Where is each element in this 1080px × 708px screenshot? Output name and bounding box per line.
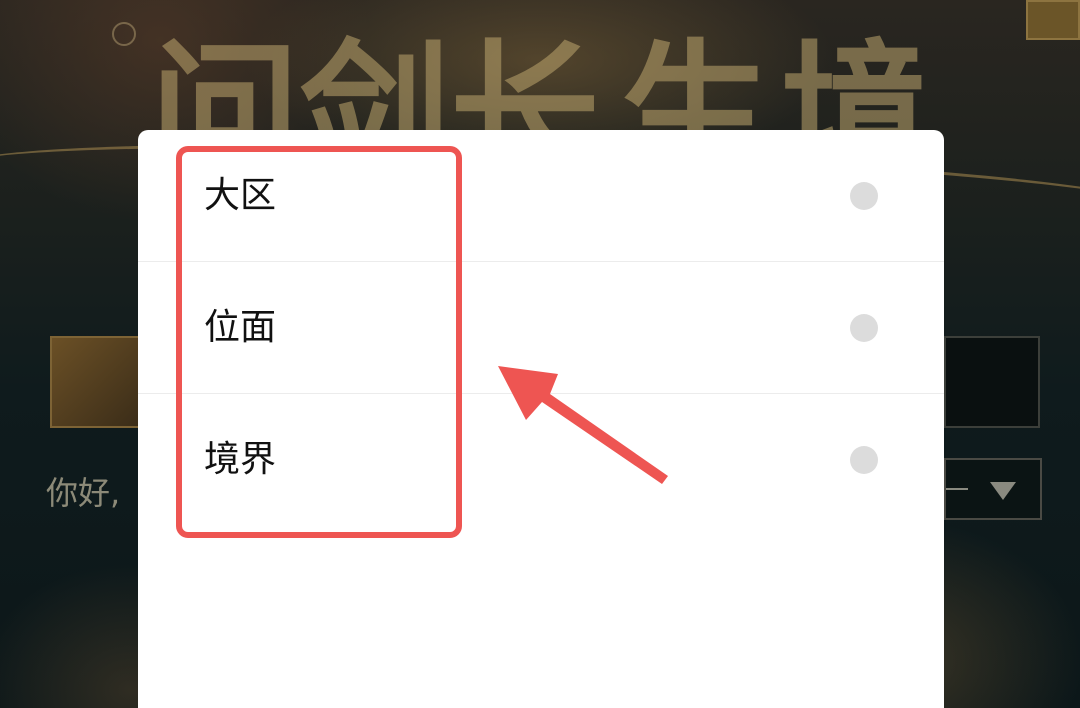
background-dropdown-value-dash [946,488,968,490]
option-picker-sheet: 大区 位面 境界 [138,130,944,708]
option-label: 境界 [204,439,277,480]
background-corner-button [1026,0,1080,40]
background-orb-ornament [112,22,136,46]
background-greeting-text: 你好, [46,474,121,512]
option-row-realm[interactable]: 境界 [138,394,944,525]
background-input-right [944,336,1040,428]
option-label: 位面 [204,307,277,348]
radio-button[interactable] [850,446,878,474]
background-dropdown [944,458,1042,520]
radio-button[interactable] [850,314,878,342]
radio-button[interactable] [850,182,878,210]
option-row-plane[interactable]: 位面 [138,262,944,394]
screen: 问 剑 长 生 境 你好, 大区 位面 境界 [0,0,1080,708]
chevron-down-icon [990,482,1016,500]
background-banner-left [50,336,144,428]
option-label: 大区 [204,175,277,216]
option-row-region[interactable]: 大区 [138,130,944,262]
